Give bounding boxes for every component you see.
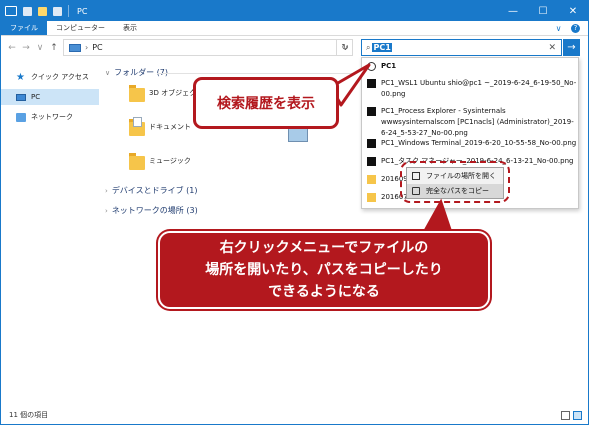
item-count: 11 個の項目 — [9, 411, 49, 419]
group-divider — [157, 73, 357, 74]
list-item-label: PC1_Process Explorer - Sysinternals wwws… — [381, 107, 574, 137]
image-file-icon — [367, 139, 376, 148]
tab-view[interactable]: 表示 — [114, 21, 146, 35]
navigation-pane: ★ クイック アクセス PC ネットワーク — [1, 61, 99, 406]
quick-access-dropdown-icon[interactable] — [53, 6, 62, 16]
group-header-network[interactable]: › ネットワークの場所 (3) — [105, 205, 198, 216]
list-item[interactable]: PC1_WSL1 Ubuntu shio@pc1 ~_2019-6-24_6-1… — [362, 78, 578, 100]
chevron-down-icon: ∨ — [105, 68, 111, 77]
folder-icon — [129, 83, 145, 103]
minimize-button[interactable]: — — [498, 1, 528, 21]
chevron-right-icon: › — [105, 186, 108, 195]
callout-context-menu: 右クリックメニューでファイルの 場所を開いたり、パスをコピーしたり できるように… — [158, 231, 490, 309]
properties-icon[interactable] — [23, 6, 32, 16]
callout-text: 右クリックメニューでファイルの 場所を開いたり、パスをコピーしたり できるように… — [205, 240, 443, 300]
sidebar-item-label: PC — [31, 93, 41, 101]
folder-3d-objects[interactable]: 3D オブジェクト — [129, 83, 203, 103]
history-icon — [367, 62, 376, 71]
ribbon-right-controls: ∨ ? — [554, 21, 588, 35]
callout-text: 検索履歴を表示 — [217, 96, 315, 112]
image-file-icon — [367, 157, 376, 166]
folder-label: ミュージック — [149, 157, 191, 165]
status-bar: 11 個の項目 — [1, 406, 588, 424]
pictures-folder-icon[interactable] — [288, 128, 308, 142]
tab-computer[interactable]: コンピューター — [47, 21, 114, 35]
list-item-label: PC1_WSL1 Ubuntu shio@pc1 ~_2019-6-24_6-1… — [381, 79, 577, 98]
highlight-ring — [400, 161, 510, 203]
history-label: PC1 — [381, 62, 397, 70]
star-icon: ★ — [16, 71, 25, 83]
breadcrumb-pc[interactable]: PC — [92, 43, 102, 52]
address-bar[interactable]: › PC ∨ — [63, 39, 353, 56]
help-icon[interactable]: ? — [571, 23, 580, 33]
music-folder-icon — [129, 151, 145, 171]
title-separator — [68, 5, 69, 17]
maximize-button[interactable]: ☐ — [528, 1, 558, 21]
explorer-window: PC — ☐ ✕ ファイル コンピューター 表示 ∨ ? ← → ∨ ↑ › P… — [0, 0, 589, 425]
pc-icon — [16, 93, 26, 101]
group-label: デバイスとドライブ (1) — [111, 186, 198, 195]
folder-music[interactable]: ミュージック — [129, 151, 191, 171]
group-label: ネットワークの場所 (3) — [111, 206, 198, 215]
callout-search-history: 検索履歴を表示 — [193, 77, 339, 129]
recent-locations-button[interactable]: ∨ — [33, 43, 47, 53]
large-icons-view-icon[interactable] — [573, 410, 582, 420]
sidebar-item-network[interactable]: ネットワーク — [1, 109, 99, 125]
sidebar-item-label: クイック アクセス — [31, 73, 89, 81]
close-button[interactable]: ✕ — [558, 1, 588, 21]
list-item[interactable]: PC1_Windows Terminal_2019-6-20_10-55-58_… — [362, 138, 578, 149]
history-item[interactable]: PC1 — [362, 61, 578, 72]
sidebar-item-label: ネットワーク — [31, 113, 73, 121]
back-button[interactable]: ← — [5, 43, 19, 53]
pc-icon — [69, 43, 81, 52]
details-view-icon[interactable] — [561, 410, 570, 420]
chevron-down-icon[interactable]: ∨ — [554, 24, 563, 33]
search-go-button[interactable]: → — [563, 39, 580, 56]
folder-icon — [367, 175, 376, 184]
group-header-devices[interactable]: › デバイスとドライブ (1) — [105, 185, 197, 196]
window-title: PC — [77, 6, 88, 16]
address-row: ← → ∨ ↑ › PC ∨ ↻ ⌕ PC1 ✕ → — [1, 37, 588, 59]
documents-folder-icon — [129, 117, 145, 137]
up-button[interactable]: ↑ — [47, 43, 61, 53]
new-folder-icon[interactable] — [38, 6, 47, 16]
view-switcher — [561, 410, 582, 420]
breadcrumb-separator[interactable]: › — [85, 43, 88, 52]
search-icon: ⌕ — [366, 42, 371, 52]
sidebar-item-pc[interactable]: PC — [1, 89, 99, 105]
folder-label: ドキュメント — [149, 123, 191, 131]
image-file-icon — [367, 107, 376, 116]
ribbon-tabs: ファイル コンピューター 表示 ∨ ? — [1, 21, 588, 36]
sidebar-item-quick-access[interactable]: ★ クイック アクセス — [1, 69, 99, 85]
refresh-button[interactable]: ↻ — [336, 39, 353, 56]
explorer-app-icon[interactable] — [5, 6, 17, 16]
title-bar: PC — ☐ ✕ — [1, 1, 588, 21]
list-item-label: PC1_Windows Terminal_2019-6-20_10-55-58_… — [381, 139, 577, 147]
network-icon — [16, 112, 26, 122]
folder-icon — [367, 193, 376, 202]
folder-documents[interactable]: ドキュメント — [129, 117, 191, 137]
tab-file[interactable]: ファイル — [1, 21, 47, 35]
search-query[interactable]: PC1 — [372, 43, 392, 52]
search-input[interactable]: ⌕ PC1 ✕ — [361, 39, 562, 56]
forward-button[interactable]: → — [19, 43, 33, 53]
clear-search-button[interactable]: ✕ — [548, 43, 556, 53]
list-item[interactable]: PC1_Process Explorer - Sysinternals wwws… — [362, 106, 578, 139]
image-file-icon — [367, 79, 376, 88]
chevron-right-icon: › — [105, 206, 108, 215]
